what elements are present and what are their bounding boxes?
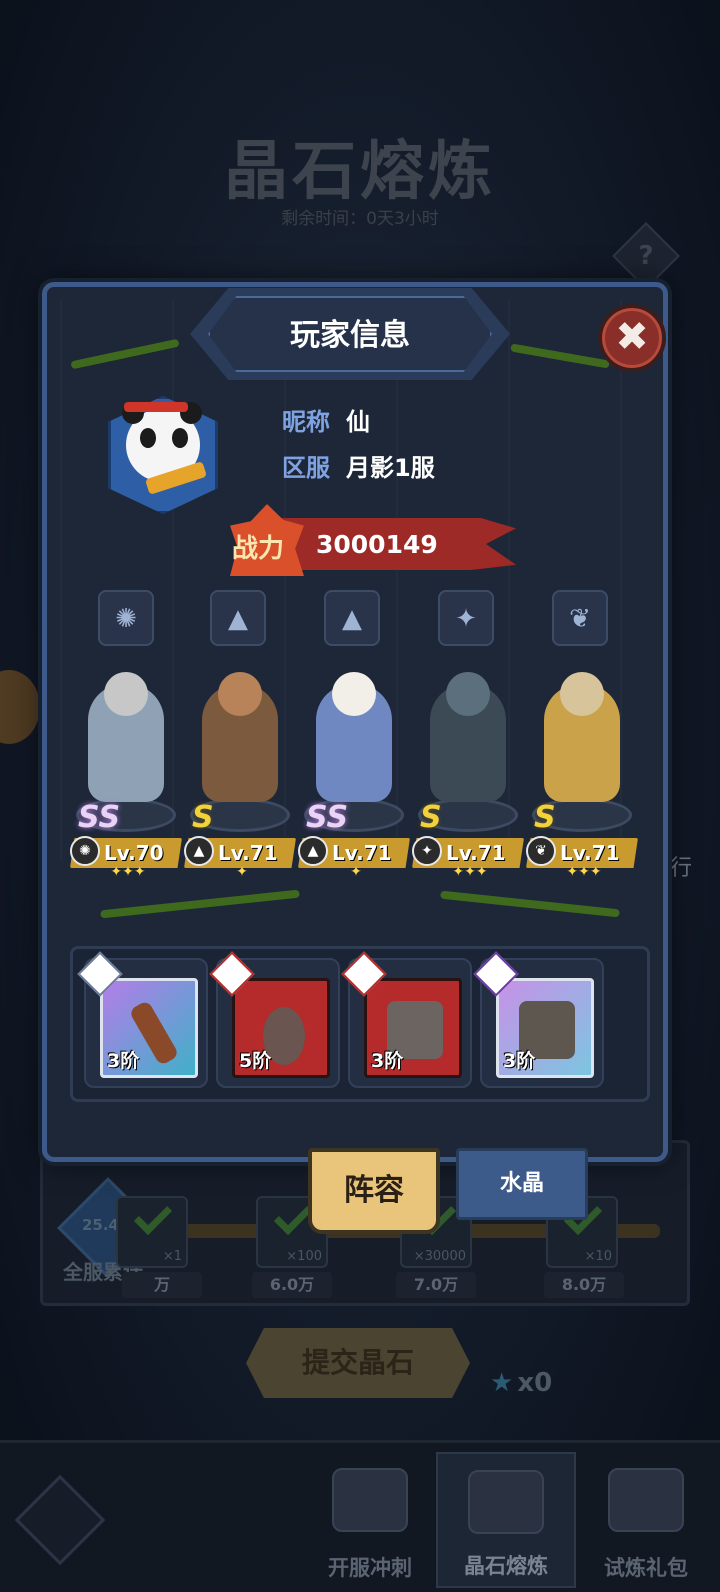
hero-head [332, 672, 376, 716]
help-icon: ? [638, 241, 654, 271]
mage-hat-icon: ▲ [324, 590, 380, 646]
equipment-card: 3阶 [100, 978, 198, 1078]
remaining-time: 剩余时间：0天3小时 [281, 209, 439, 229]
rank-badge: S [420, 800, 442, 835]
star-count: ★ x0 [490, 1368, 553, 1398]
hero-slot[interactable]: SS ▲ Lv.71 ✦ [298, 666, 410, 880]
close-icon: ✖ [615, 314, 649, 360]
panda-eye [172, 428, 188, 448]
equipment-tier: 3阶 [503, 1050, 536, 1072]
server-label: 区服 [282, 454, 330, 482]
equipment-tier: 5阶 [239, 1050, 272, 1072]
close-button[interactable]: ✖ [598, 304, 666, 372]
rank-badge: S [192, 800, 214, 835]
hero-head [560, 672, 604, 716]
shirt-icon [332, 1468, 408, 1532]
wing-icon: ❦ [552, 590, 608, 646]
equipment-slot[interactable]: 5阶 [209, 951, 340, 1088]
star-icon: ★ [490, 1368, 514, 1398]
wrench-icon: ✦ [412, 836, 442, 866]
wrench-icon: ✦ [438, 590, 494, 646]
modal-title: 玩家信息 [290, 318, 410, 353]
server-value: 月影1服 [346, 454, 435, 482]
panda-headband [124, 402, 188, 412]
rank-badge: S [534, 800, 556, 835]
ranking-label[interactable]: 行 [670, 850, 692, 882]
star-rating: ✦✦✦ [566, 864, 602, 880]
check-icon [273, 1196, 313, 1236]
mage-hat-icon: ▲ [210, 590, 266, 646]
star-rating: ✦ [350, 864, 362, 880]
check-icon [133, 1196, 173, 1236]
star-rating: ✦ [236, 864, 248, 880]
wing-icon: ❦ [526, 836, 556, 866]
hero-slot[interactable]: S ▲ Lv.71 ✦ [184, 666, 296, 880]
milestone-label: 万 [122, 1272, 202, 1298]
milestone-reward[interactable]: ×1 [116, 1196, 188, 1268]
monster-icon: ✺ [98, 590, 154, 646]
equipment-slot[interactable]: 3阶 [77, 951, 208, 1088]
gift-icon [608, 1468, 684, 1532]
hero-head [218, 672, 262, 716]
tab-crystal-smelting[interactable]: 晶石熔炼 [436, 1452, 576, 1588]
star-rating: ✦✦✦ [452, 864, 488, 880]
milestone-label: 7.0万 [396, 1272, 476, 1298]
submit-crystal-button[interactable]: 提交晶石 [246, 1328, 470, 1398]
equipment-card: 5阶 [232, 978, 330, 1078]
hero-head [446, 672, 490, 716]
nickname-value: 仙 [346, 408, 370, 436]
equipment-tier: 3阶 [107, 1050, 140, 1072]
page-title: 晶石熔炼 [224, 135, 496, 209]
hero-slot[interactable]: S ✦ Lv.71 ✦✦✦ [412, 666, 524, 880]
hero-head [104, 672, 148, 716]
power-value: 3000149 [316, 530, 438, 559]
power-label: 战力 [232, 534, 285, 564]
panda-eye [140, 428, 156, 448]
equipment-tier: 3阶 [371, 1050, 404, 1072]
rank-badge: SS [306, 800, 349, 835]
monster-icon: ✺ [70, 836, 100, 866]
nickname-label: 昵称 [282, 408, 330, 436]
equipment-card: 3阶 [364, 978, 462, 1078]
tab-crystal[interactable]: 水晶 [456, 1148, 588, 1220]
mage-hat-icon: ▲ [298, 836, 328, 866]
tab-lineup[interactable]: 阵容 [308, 1148, 440, 1234]
crystal-emblem-icon [468, 1470, 544, 1534]
tab-server-sprint[interactable]: 开服冲刺 [300, 1452, 440, 1588]
milestone-label: 8.0万 [544, 1272, 624, 1298]
tab-trial-pack[interactable]: 试炼礼包 [576, 1452, 716, 1588]
star-rating: ✦✦✦ [110, 864, 146, 880]
hero-slot[interactable]: SS ✺ Lv.70 ✦✦✦ [70, 666, 182, 880]
mage-hat-icon: ▲ [184, 836, 214, 866]
equipment-slot[interactable]: 3阶 [341, 951, 472, 1088]
hero-slot[interactable]: S ❦ Lv.71 ✦✦✦ [526, 666, 638, 880]
equipment-card: 3阶 [496, 978, 594, 1078]
milestone-label: 6.0万 [252, 1272, 332, 1298]
rank-badge: SS [78, 800, 121, 835]
equipment-slot[interactable]: 3阶 [473, 951, 604, 1088]
